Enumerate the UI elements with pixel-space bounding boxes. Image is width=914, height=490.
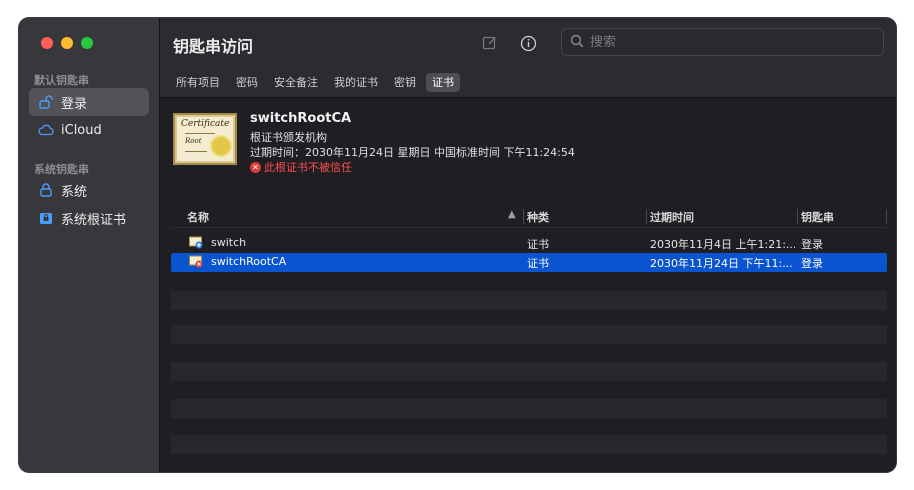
certificate-name: switchRootCA <box>250 111 352 126</box>
certificate-detail: Certificate Root switchRootCA 根证书颁发机构 过期… <box>160 99 896 199</box>
tab-secure-notes[interactable]: 安全备注 <box>268 73 324 92</box>
row-keychain: 登录 <box>801 257 823 270</box>
table-row-selected[interactable]: switchRootCA 证书 2030年11月24日 下午11:... 登录 <box>171 253 887 272</box>
sidebar-item-system[interactable]: 系统 <box>29 176 149 204</box>
search-field[interactable] <box>561 28 884 56</box>
sidebar-section-system: 系统钥匙串 <box>34 163 89 176</box>
lock-cabinet-icon <box>37 210 55 226</box>
certificate-untrusted-icon <box>189 255 203 268</box>
seal-icon <box>212 137 230 155</box>
sidebar-item-login[interactable]: 登录 <box>29 88 149 116</box>
sidebar-item-label: 登录 <box>61 96 88 112</box>
category-tabs: 所有项目 密码 安全备注 我的证书 密钥 证书 <box>160 68 896 98</box>
cloud-icon <box>37 122 55 138</box>
row-name: switch <box>211 236 247 249</box>
trust-warning: ✕ 此根证书不被信任 <box>250 159 352 175</box>
empty-row <box>171 362 887 381</box>
sidebar-item-icloud[interactable]: iCloud <box>29 116 149 144</box>
empty-row <box>171 291 887 310</box>
row-expires: 2030年11月24日 下午11:... <box>650 257 793 270</box>
window-title: 钥匙串访问 <box>173 37 254 56</box>
row-expires: 2030年11月4日 上午1:21:... <box>650 238 795 251</box>
empty-row <box>171 399 887 418</box>
tab-keys[interactable]: 密钥 <box>388 73 422 92</box>
row-kind: 证书 <box>527 238 549 251</box>
column-header-kind[interactable]: 种类 <box>527 209 549 225</box>
compose-icon[interactable] <box>479 32 501 54</box>
toolbar: 钥匙串访问 <box>160 18 896 68</box>
table-header: 名称 ▲ 种类 过期时间 钥匙串 <box>171 206 887 228</box>
row-name: switchRootCA <box>211 255 287 268</box>
table-row[interactable]: switch 证书 2030年11月4日 上午1:21:... 登录 <box>171 234 887 253</box>
column-header-keychain[interactable]: 钥匙串 <box>801 209 834 225</box>
tab-my-certificates[interactable]: 我的证书 <box>328 73 384 92</box>
window-controls <box>41 37 93 49</box>
empty-row <box>171 435 887 454</box>
row-kind: 证书 <box>527 257 549 270</box>
error-x-icon: ✕ <box>250 161 261 173</box>
lock-icon <box>37 182 55 198</box>
certificate-icon <box>189 236 203 249</box>
close-button[interactable] <box>41 37 53 49</box>
sidebar-item-label: 系统 <box>61 184 88 200</box>
sidebar-item-label: 系统根证书 <box>61 212 127 228</box>
sidebar-section-default: 默认钥匙串 <box>34 74 89 87</box>
certificate-expiry: 过期时间：2030年11月24日 星期日 中国标准时间 下午11:24:54 <box>250 146 575 159</box>
column-header-expires[interactable]: 过期时间 <box>650 209 694 225</box>
column-header-name[interactable]: 名称 <box>187 209 209 225</box>
sidebar-item-label: iCloud <box>61 122 102 138</box>
zoom-button[interactable] <box>81 37 93 49</box>
search-input[interactable] <box>590 34 870 50</box>
empty-row <box>171 325 887 344</box>
certificate-thumbnail-icon: Certificate Root <box>173 113 237 165</box>
keychain-window: 默认钥匙串 登录 iCloud 系统钥匙串 系统 系统根证书 钥匙串访问 搜索 … <box>19 18 896 472</box>
trust-warning-text: 此根证书不被信任 <box>264 161 352 174</box>
minimize-button[interactable] <box>61 37 73 49</box>
sidebar: 默认钥匙串 登录 iCloud 系统钥匙串 系统 系统根证书 <box>19 18 160 472</box>
unlock-icon <box>37 94 55 110</box>
tab-all-items[interactable]: 所有项目 <box>170 73 226 92</box>
certificate-kind: 根证书颁发机构 <box>250 131 327 144</box>
info-icon[interactable] <box>517 32 539 54</box>
search-icon <box>570 33 584 52</box>
sidebar-item-system-roots[interactable]: 系统根证书 <box>29 204 149 232</box>
tab-certificates[interactable]: 证书 <box>426 73 460 92</box>
sort-ascending-icon[interactable]: ▲ <box>508 209 516 220</box>
row-keychain: 登录 <box>801 238 823 251</box>
tab-passwords[interactable]: 密码 <box>230 73 264 92</box>
